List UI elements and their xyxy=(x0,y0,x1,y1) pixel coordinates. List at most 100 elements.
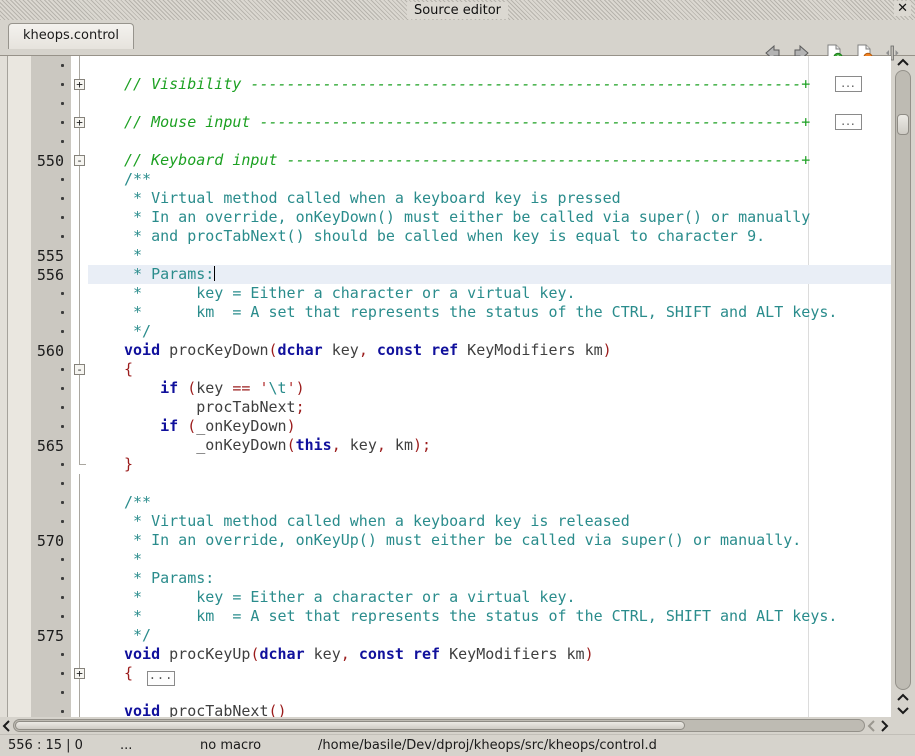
gutter-dot xyxy=(61,121,64,124)
code-line[interactable]: if (_onKeyDown) xyxy=(0,417,891,436)
code-text: * km = A set that represents the status … xyxy=(88,303,891,322)
tab-bar: kheops.control xyxy=(0,20,915,55)
fold-expand-box[interactable]: + xyxy=(74,117,85,128)
gutter-cell xyxy=(0,493,71,512)
title-bar[interactable]: Source editor ✕ xyxy=(0,0,915,20)
code-text: * km = A set that represents the status … xyxy=(88,607,891,626)
gutter-cell xyxy=(0,284,71,303)
code-line[interactable] xyxy=(0,683,891,702)
close-icon[interactable]: ✕ xyxy=(894,1,911,16)
gutter-dot xyxy=(61,520,64,523)
code-line[interactable]: * key = Either a character or a virtual … xyxy=(0,588,891,607)
code-line[interactable]: 560void procKeyDown(dchar key, const ref… xyxy=(0,341,891,360)
scroll-up-button-bottom[interactable] xyxy=(893,691,913,704)
fold-column-cell xyxy=(71,417,88,436)
code-line[interactable]: * Virtual method called when a keyboard … xyxy=(0,189,891,208)
code-line[interactable]: +// Mouse input ------------------------… xyxy=(0,113,891,132)
horizontal-scroll-trough[interactable] xyxy=(13,719,865,732)
gutter-dot xyxy=(61,691,64,694)
code-line-current[interactable]: 556 * Params: xyxy=(0,265,891,284)
gutter-dot xyxy=(61,672,64,675)
code-text: if (_onKeyDown) xyxy=(88,417,891,436)
code-line[interactable]: * km = A set that represents the status … xyxy=(0,303,891,322)
gutter-dot xyxy=(61,235,64,238)
gutter-cell xyxy=(0,645,71,664)
vertical-scroll-thumb[interactable] xyxy=(897,114,909,135)
gutter-cell xyxy=(0,379,71,398)
code-line[interactable]: /** xyxy=(0,170,891,189)
gutter-dot xyxy=(61,558,64,561)
code-line[interactable]: -{ xyxy=(0,360,891,379)
scroll-left-button[interactable] xyxy=(0,718,13,733)
gutter-dot xyxy=(61,425,64,428)
vertical-scroll-trough[interactable] xyxy=(895,70,911,690)
gutter-dot xyxy=(61,653,64,656)
code-line[interactable]: * and procTabNext() should be called whe… xyxy=(0,227,891,246)
gutter-dot xyxy=(61,501,64,504)
fold-column-cell[interactable]: + xyxy=(71,664,88,683)
fold-column-cell[interactable]: + xyxy=(71,75,88,94)
code-line[interactable]: */ xyxy=(0,322,891,341)
gutter-cell xyxy=(0,75,71,94)
code-line[interactable] xyxy=(0,94,891,113)
code-line[interactable]: * key = Either a character or a virtual … xyxy=(0,284,891,303)
code-line[interactable]: 550-// Keyboard input ------------------… xyxy=(0,151,891,170)
fold-column-cell xyxy=(71,398,88,417)
code-line[interactable]: +{... xyxy=(0,664,891,683)
code-line[interactable]: 555 * xyxy=(0,246,891,265)
code-line[interactable]: * Virtual method called when a keyboard … xyxy=(0,512,891,531)
code-line[interactable]: void procTabNext() xyxy=(0,702,891,717)
code-text: void procKeyUp(dchar key, const ref KeyM… xyxy=(88,645,891,664)
fold-expand-box[interactable]: + xyxy=(74,668,85,679)
scroll-down-button[interactable] xyxy=(893,704,913,717)
scroll-right-button[interactable] xyxy=(878,718,891,733)
code-line[interactable]: void procKeyUp(dchar key, const ref KeyM… xyxy=(0,645,891,664)
code-text: _onKeyDown(this, key, km); xyxy=(88,436,891,455)
fold-column-cell xyxy=(71,132,88,151)
code-line[interactable]: 565 _onKeyDown(this, key, km); xyxy=(0,436,891,455)
code-line[interactable]: * In an override, onKeyDown() must eithe… xyxy=(0,208,891,227)
horizontal-scrollbar[interactable] xyxy=(0,717,915,734)
code-text: */ xyxy=(88,322,891,341)
fold-column-cell[interactable]: - xyxy=(71,151,88,170)
vertical-scrollbar[interactable] xyxy=(891,56,915,717)
fold-column-cell[interactable]: - xyxy=(71,360,88,379)
code-text: * Params: xyxy=(88,265,891,284)
code-line[interactable]: 575 */ xyxy=(0,626,891,645)
fold-column-cell xyxy=(71,702,88,717)
fold-column-cell xyxy=(71,550,88,569)
code-text: procTabNext; xyxy=(88,398,891,417)
fold-collapse-box[interactable]: - xyxy=(74,364,85,375)
gutter-cell xyxy=(0,417,71,436)
gutter-dot xyxy=(61,406,64,409)
gutter-dot xyxy=(61,615,64,618)
code-line[interactable]: * km = A set that represents the status … xyxy=(0,607,891,626)
code-line[interactable]: procTabNext; xyxy=(0,398,891,417)
code-line[interactable]: if (key == '\t') xyxy=(0,379,891,398)
code-line[interactable] xyxy=(0,56,891,75)
code-text: * key = Either a character or a virtual … xyxy=(88,284,891,303)
gutter-cell xyxy=(0,683,71,702)
fold-collapse-box[interactable]: - xyxy=(74,155,85,166)
code-editor[interactable]: +// Visibility -------------------------… xyxy=(0,55,915,717)
fold-column-cell[interactable]: + xyxy=(71,113,88,132)
code-line[interactable]: } xyxy=(0,455,891,474)
gutter-cell: 556 xyxy=(0,265,71,284)
scroll-left-button-right[interactable] xyxy=(865,718,878,733)
code-area[interactable]: +// Visibility -------------------------… xyxy=(0,56,891,717)
horizontal-scroll-thumb[interactable] xyxy=(15,721,685,730)
fold-expand-box[interactable]: + xyxy=(74,79,85,90)
code-text xyxy=(88,94,891,113)
gutter-cell xyxy=(0,170,71,189)
tab-kheops-control[interactable]: kheops.control xyxy=(8,23,134,49)
folded-code-ellipsis[interactable]: ... xyxy=(835,114,862,130)
folded-code-ellipsis[interactable]: ... xyxy=(835,76,862,92)
code-line[interactable] xyxy=(0,474,891,493)
code-line[interactable]: * xyxy=(0,550,891,569)
code-line[interactable]: 570 * In an override, onKeyUp() must eit… xyxy=(0,531,891,550)
code-line[interactable]: /** xyxy=(0,493,891,512)
code-line[interactable]: +// Visibility -------------------------… xyxy=(0,75,891,94)
code-line[interactable] xyxy=(0,132,891,151)
text-caret xyxy=(214,266,215,281)
code-line[interactable]: * Params: xyxy=(0,569,891,588)
